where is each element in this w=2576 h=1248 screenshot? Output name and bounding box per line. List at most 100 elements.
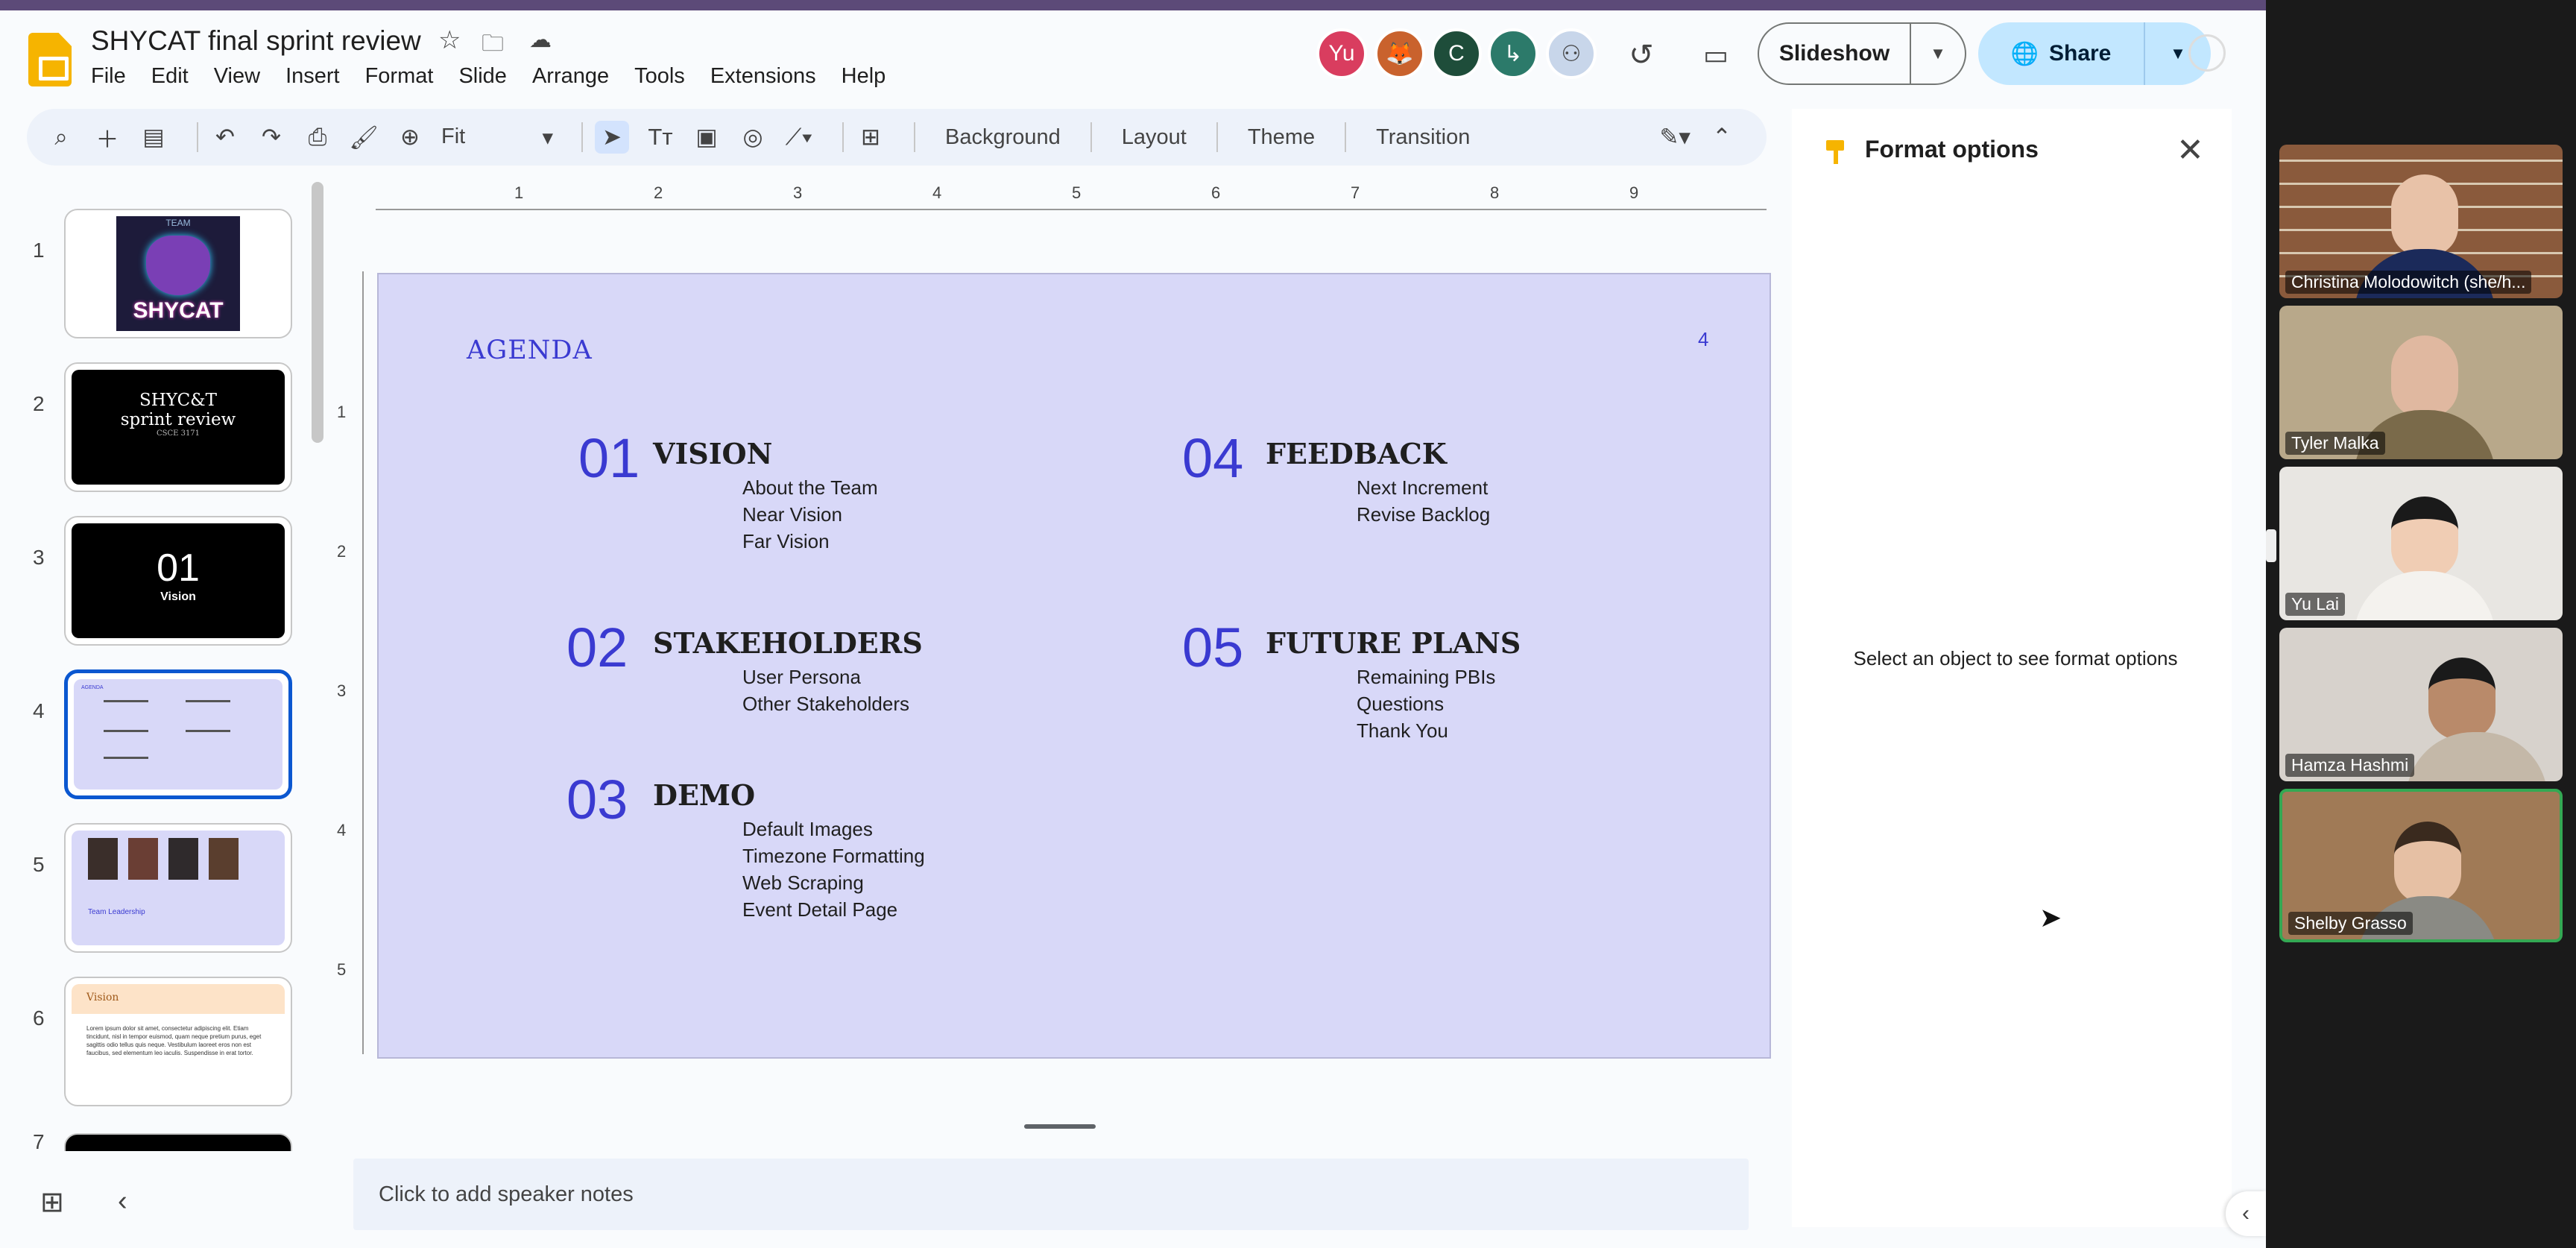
comments-icon[interactable]: ▭ [1695, 34, 1737, 76]
slideshow-button[interactable]: Slideshow ▼ [1758, 22, 1966, 85]
star-icon[interactable]: ☆ [438, 25, 461, 55]
menu-edit[interactable]: Edit [151, 64, 189, 89]
slideshow-label[interactable]: Slideshow [1759, 24, 1911, 83]
section-item[interactable]: About the Team [742, 474, 878, 501]
text-box-icon[interactable]: Tт [645, 124, 675, 151]
section-number[interactable]: 02 [566, 616, 628, 679]
add-comment-icon[interactable]: ⊞ [856, 124, 886, 151]
slide-thumbnail-selected[interactable]: AGENDA [64, 669, 292, 799]
theme-button[interactable]: Theme [1248, 125, 1315, 150]
filmstrip-scrollbar[interactable] [312, 182, 323, 443]
thumbnail-row-selected[interactable]: 4 AGENDA [0, 669, 313, 808]
shape-icon[interactable]: ◎ [738, 124, 768, 151]
participant-tile[interactable]: Christina Molodowitch (she/h... [2279, 145, 2563, 298]
slide-thumbnail[interactable]: TEAM SHYCAT [64, 209, 292, 338]
slide-heading[interactable]: AGENDA [467, 335, 593, 365]
zoom-select[interactable]: Fit ▾ [441, 125, 553, 151]
section-item[interactable]: Questions [1357, 690, 1444, 717]
section-item[interactable]: Timezone Formatting [742, 842, 925, 869]
share-main[interactable]: 🌐 Share [1978, 22, 2145, 85]
slide-thumbnail[interactable]: Vision Lorem ipsum dolor sit amet, conse… [64, 977, 292, 1106]
chevron-up-icon[interactable]: ⌃ [1707, 124, 1737, 151]
collaborator-avatar[interactable]: 🦊 [1374, 28, 1425, 79]
section-title[interactable]: STAKEHOLDERS [653, 626, 923, 660]
section-number[interactable]: 05 [1182, 616, 1243, 679]
section-item[interactable]: Web Scraping [742, 869, 864, 896]
undo-icon[interactable]: ↶ [210, 124, 240, 151]
participant-tile-active-speaker[interactable]: Shelby Grasso [2279, 789, 2563, 942]
slide-thumbnail[interactable]: Team Leadership [64, 823, 292, 953]
layout-slide-icon[interactable]: ▤ [139, 124, 168, 151]
section-item[interactable]: Thank You [1357, 717, 1448, 744]
print-icon[interactable]: ⎙ [303, 124, 332, 151]
section-number[interactable]: 04 [1182, 426, 1243, 490]
chevron-left-icon[interactable]: ‹ [2226, 1191, 2266, 1236]
slide-thumbnail[interactable]: 01 Vision [64, 516, 292, 646]
section-item[interactable]: Far Vision [742, 528, 830, 555]
thumbnail-row[interactable]: 7 [0, 1130, 313, 1151]
version-history-icon[interactable]: ↺ [1620, 34, 1662, 76]
transition-button[interactable]: Transition [1376, 125, 1470, 150]
section-title[interactable]: FEEDBACK [1266, 437, 1447, 470]
slide-thumbnail[interactable]: SHYC&T sprint review CSCE 3171 [64, 362, 292, 492]
chevron-down-icon[interactable]: ▼ [1911, 44, 1965, 63]
section-item[interactable]: Revise Backlog [1357, 501, 1490, 528]
thumbnail-row[interactable]: 5 Team Leadership [0, 823, 313, 962]
menu-slide[interactable]: Slide [458, 64, 507, 89]
paint-format-icon[interactable]: 🖌 [349, 124, 379, 151]
menu-help[interactable]: Help [842, 64, 886, 89]
menu-file[interactable]: File [91, 64, 126, 89]
section-item[interactable]: Next Increment [1357, 474, 1488, 501]
search-menus-icon[interactable]: ⌕ [46, 124, 76, 151]
menu-extensions[interactable]: Extensions [710, 64, 816, 89]
grid-view-icon[interactable]: ⊞ [40, 1185, 64, 1219]
menu-view[interactable]: View [214, 64, 260, 89]
section-item[interactable]: Default Images [742, 816, 873, 842]
section-item[interactable]: Near Vision [742, 501, 842, 528]
insert-image-icon[interactable]: ▣ [692, 124, 722, 151]
section-title[interactable]: FUTURE PLANS [1266, 626, 1521, 660]
menu-insert[interactable]: Insert [285, 64, 340, 89]
present-audience-icon[interactable]: ⚇ [1546, 28, 1597, 79]
thumbnail-row[interactable]: 3 01 Vision [0, 516, 313, 655]
pen-icon[interactable]: ✎▾ [1659, 124, 1690, 151]
section-number[interactable]: 01 [578, 426, 640, 490]
select-cursor-icon[interactable]: ➤ [595, 121, 629, 154]
slide-thumbnail[interactable] [64, 1133, 292, 1151]
section-item[interactable]: User Persona [742, 664, 861, 690]
background-button[interactable]: Background [945, 125, 1061, 150]
participant-tile[interactable]: Hamza Hashmi [2279, 628, 2563, 781]
new-slide-icon[interactable]: ＋ [92, 121, 122, 154]
section-title[interactable]: DEMO [653, 778, 755, 812]
share-button[interactable]: 🌐 Share ▼ [1978, 22, 2211, 85]
move-folder-icon[interactable]: 🗀 [482, 27, 504, 65]
collaborator-avatar[interactable]: C [1431, 28, 1482, 79]
line-icon[interactable]: ⟋▾ [784, 124, 814, 151]
section-item[interactable]: Remaining PBIs [1357, 664, 1495, 690]
slide-canvas[interactable]: AGENDA 4 01 VISION About the Team Near V… [377, 273, 1771, 1059]
cloud-status-icon[interactable]: ☁ [529, 27, 552, 53]
section-item[interactable]: Event Detail Page [742, 896, 897, 923]
slide-page-number[interactable]: 4 [1698, 328, 1708, 351]
layout-button[interactable]: Layout [1122, 125, 1187, 150]
collaborator-avatar[interactable]: ↳ [1488, 28, 1538, 79]
menu-arrange[interactable]: Arrange [532, 64, 609, 89]
thumbnail-row[interactable]: 1 TEAM SHYCAT [0, 209, 313, 347]
panel-resize-handle[interactable] [2266, 529, 2276, 562]
participant-tile[interactable]: Yu Lai [2279, 467, 2563, 620]
slides-logo-icon[interactable] [28, 33, 72, 86]
redo-icon[interactable]: ↷ [256, 124, 286, 151]
menu-format[interactable]: Format [365, 64, 434, 89]
section-title[interactable]: VISION [653, 437, 772, 470]
thumbnail-row[interactable]: 6 Vision Lorem ipsum dolor sit amet, con… [0, 977, 313, 1115]
account-avatar[interactable] [2188, 34, 2226, 72]
section-item[interactable]: Other Stakeholders [742, 690, 909, 717]
chevron-left-icon[interactable]: ‹ [118, 1185, 127, 1217]
menu-tools[interactable]: Tools [634, 64, 685, 89]
document-title[interactable]: SHYCAT final sprint review [91, 25, 421, 57]
thumbnail-row[interactable]: 2 SHYC&T sprint review CSCE 3171 [0, 362, 313, 501]
section-number[interactable]: 03 [566, 768, 628, 831]
close-icon[interactable]: ✕ [2176, 131, 2204, 169]
speaker-notes[interactable]: Click to add speaker notes [353, 1159, 1749, 1230]
collaborator-avatar[interactable]: Yu [1316, 28, 1367, 79]
